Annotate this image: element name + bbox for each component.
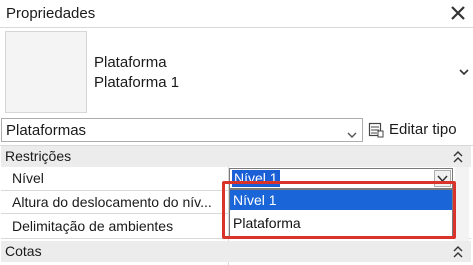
type-selector[interactable]: Plataformas (1, 118, 363, 142)
row-divider (1, 213, 229, 214)
level-options-list: Nível 1 Plataforma (229, 189, 453, 237)
title-divider (0, 27, 473, 28)
level-select[interactable]: Nível 1 (229, 168, 453, 189)
panel-title: Propriedades (6, 5, 96, 22)
row-divider (1, 238, 471, 239)
close-icon[interactable] (449, 4, 467, 22)
edit-type-button[interactable]: Editar tipo (366, 118, 470, 142)
type-thumbnail (5, 31, 87, 113)
edit-type-icon (368, 122, 384, 138)
level-select-value: Nível 1 (232, 170, 280, 187)
section-dimensions[interactable]: Cotas (1, 241, 471, 262)
edit-type-label: Editar tipo (389, 121, 457, 138)
level-option[interactable]: Nível 1 (230, 190, 452, 210)
level-option[interactable]: Plataforma (230, 211, 452, 235)
collapse-icon[interactable] (453, 150, 463, 163)
type-name-label: Plataforma 1 (94, 74, 180, 91)
chevron-down-icon (347, 126, 357, 138)
section-constraints[interactable]: Restrições (1, 146, 471, 167)
collapse-icon[interactable] (453, 245, 463, 258)
chevron-down-icon[interactable] (459, 64, 469, 76)
param-room-bounding-label: Delimitação de ambientes (12, 218, 174, 234)
level-dropdown-button[interactable] (434, 170, 451, 187)
section-label: Cotas (5, 243, 42, 259)
param-level-label: Nível (12, 170, 44, 186)
section-label: Restrições (5, 148, 72, 164)
row-divider (1, 190, 229, 191)
scrollbar[interactable] (455, 167, 469, 241)
param-offset-label: Altura do deslocamento do nív... (12, 194, 212, 210)
type-family-label: Plataforma (94, 54, 167, 71)
type-selector-value: Plataformas (6, 122, 87, 139)
